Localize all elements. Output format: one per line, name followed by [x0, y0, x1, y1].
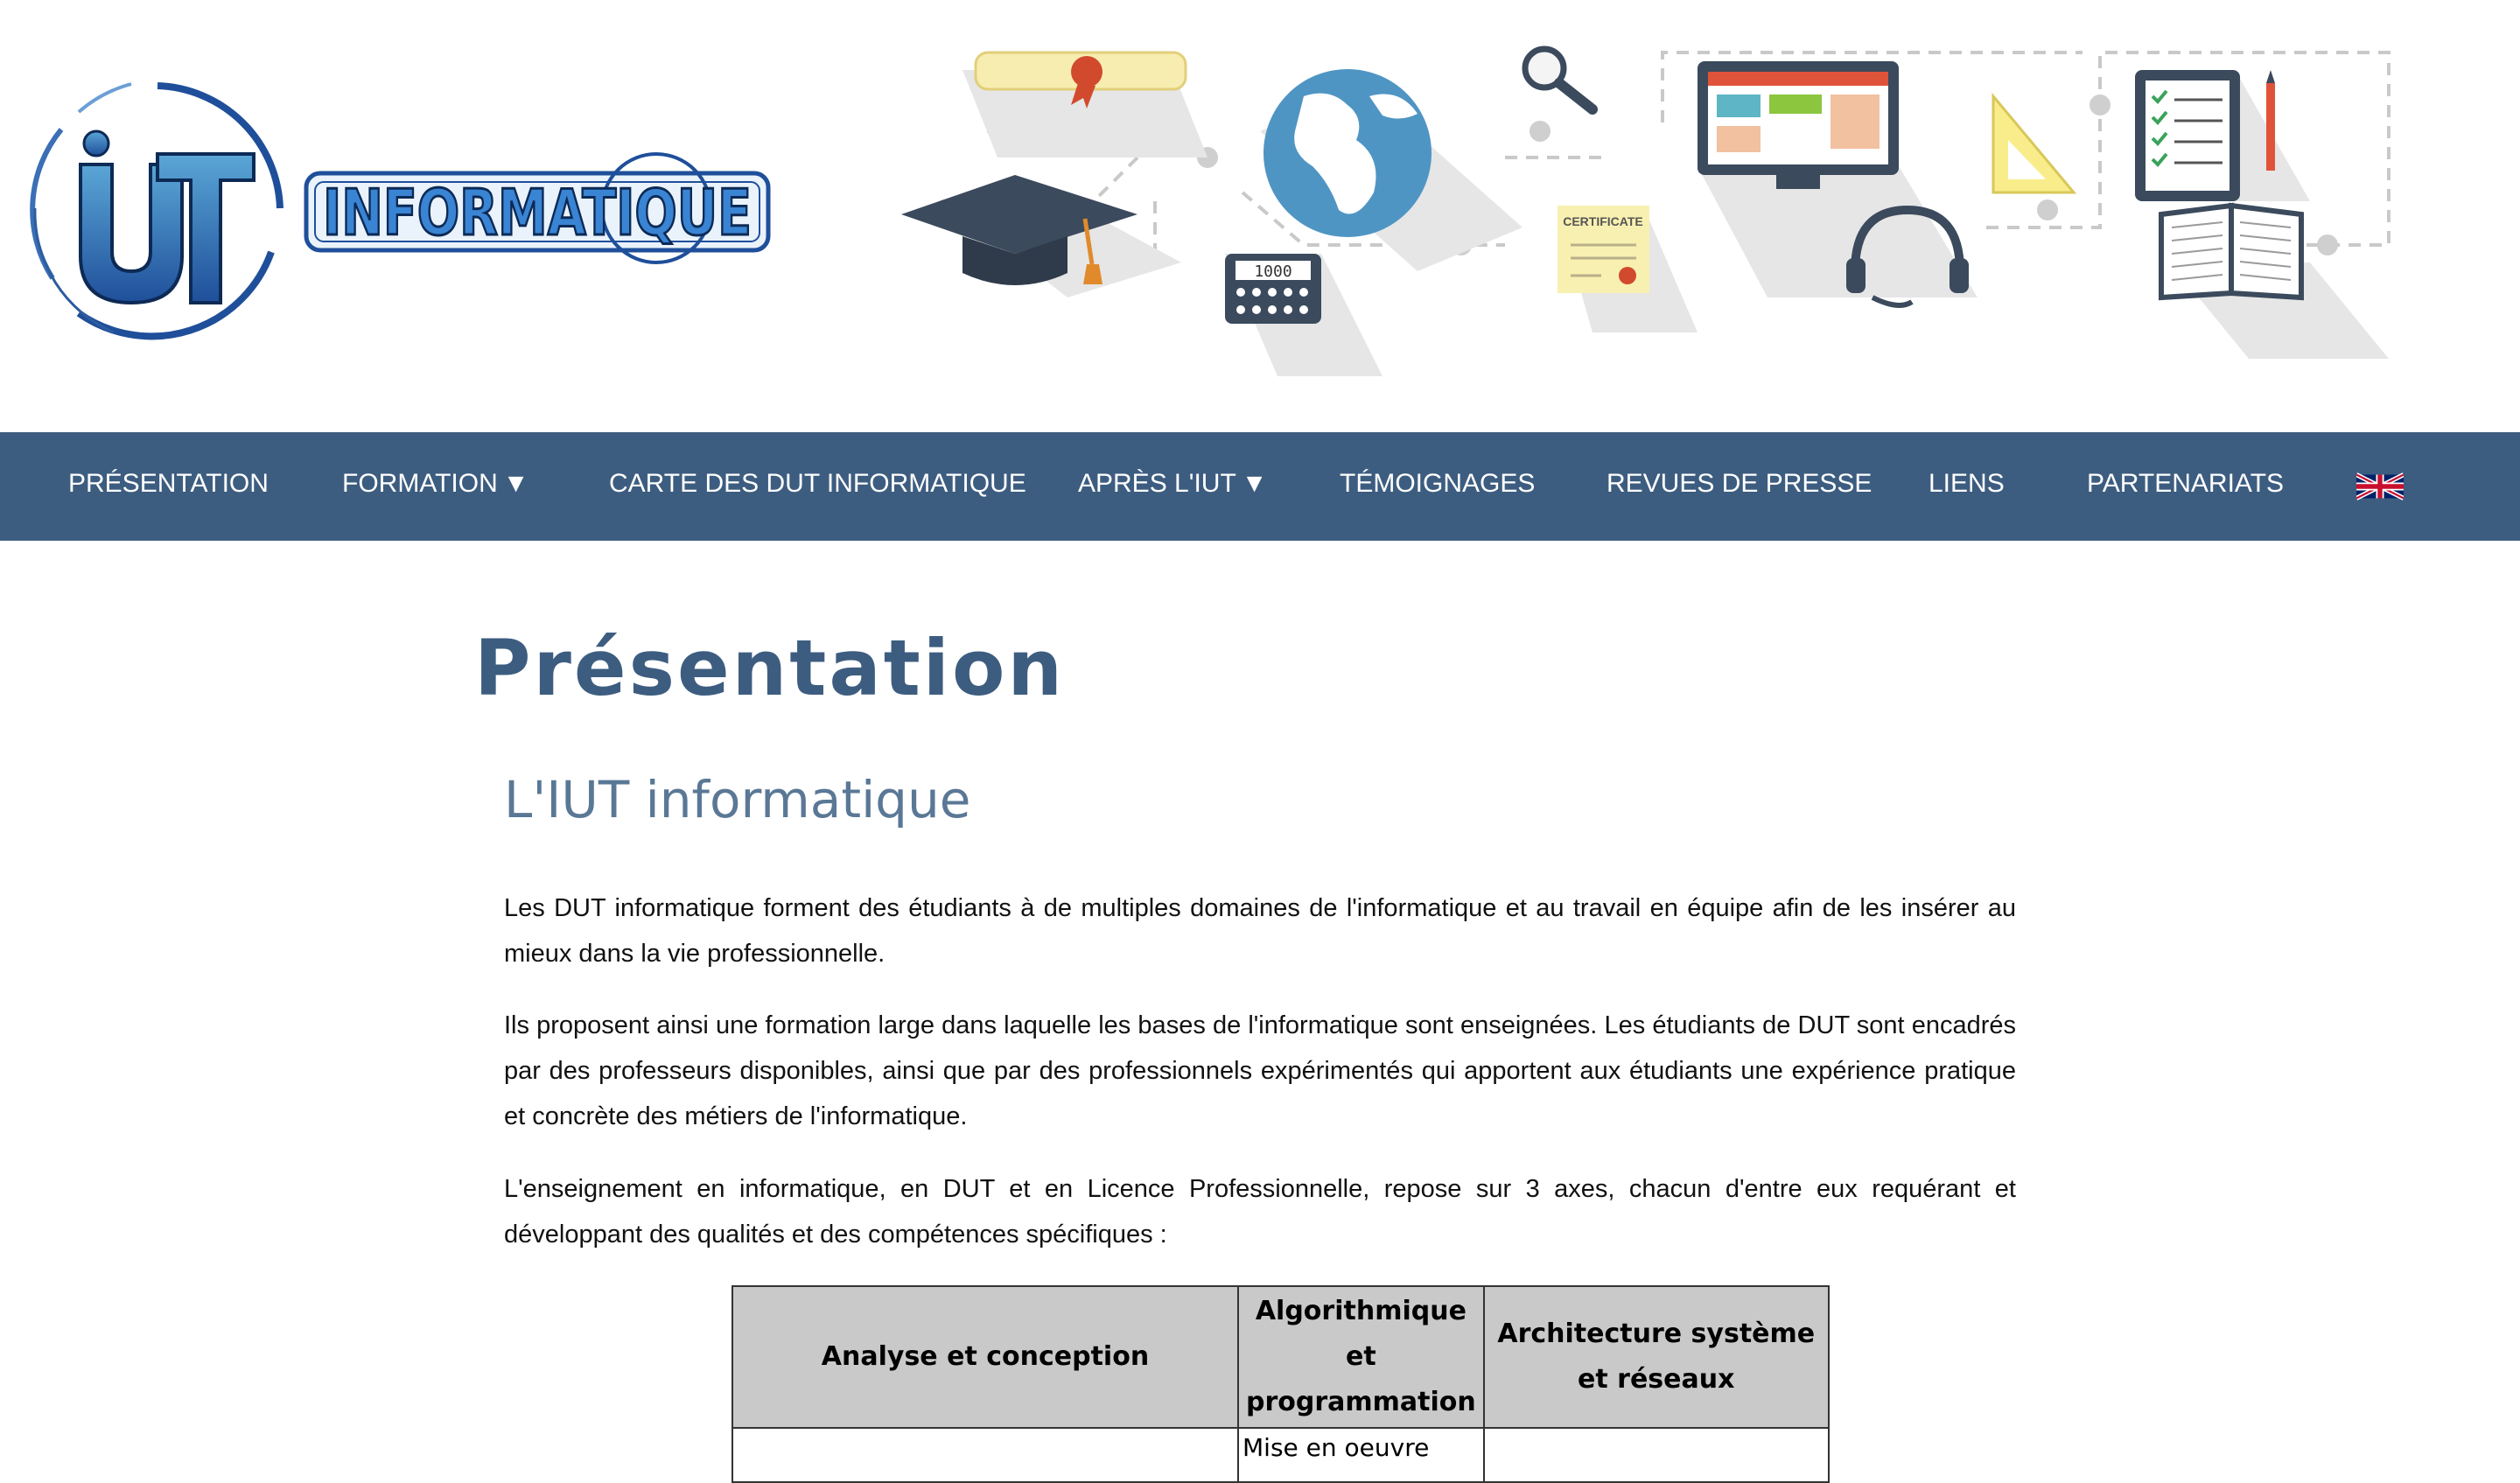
pencil-icon [2266, 70, 2275, 171]
nav-item-label: LIENS [1928, 469, 2005, 498]
clipboard-icon [2135, 70, 2310, 201]
nav-item-apres-iut[interactable]: APRÈS L'IUT ▼ [1078, 432, 1267, 541]
table-header-row: Analyse et conception Algorithmique et p… [732, 1285, 1830, 1429]
nav-item-label: FORMATION [342, 469, 498, 498]
nav-item-temoignages[interactable]: TÉMOIGNAGES [1340, 432, 1535, 541]
uk-flag-icon[interactable] [2356, 472, 2404, 500]
set-square-icon [1992, 92, 2077, 194]
monitor-icon [1698, 61, 1978, 297]
magnifier-icon [1522, 45, 1598, 115]
main-navigation: PRÉSENTATION FORMATION ▼ CARTE DES DUT IN… [0, 432, 2520, 541]
nav-item-liens[interactable]: LIENS [1928, 432, 2005, 541]
nav-item-formation[interactable]: FORMATION ▼ [342, 432, 528, 541]
page-title: Présentation [474, 623, 1066, 713]
caret-down-icon: ▼ [1241, 469, 1268, 498]
table-header-cell: Algorithmique et programmation [1237, 1285, 1485, 1429]
nav-item-label: TÉMOIGNAGES [1340, 469, 1536, 498]
education-banner: 1000 CERTIFICATE [901, 45, 2390, 376]
iut-informatique-logo[interactable]: INFORMATIQUE [26, 77, 779, 348]
nav-item-label: APRÈS L'IUT [1078, 469, 1236, 498]
logo-word: INFORMATIQUE [323, 176, 752, 249]
book-icon [2159, 202, 2389, 359]
nav-item-presentation[interactable]: PRÉSENTATION [68, 432, 269, 541]
calculator-icon: 1000 [1225, 254, 1382, 376]
axes-paragraph: L'enseignement en informatique, en DUT e… [504, 1175, 2016, 1249]
formation-paragraph: Ils proposent ainsi une formation large … [504, 1011, 2016, 1130]
section-title: L'IUT informatique [504, 770, 971, 829]
table-row: Mise en oeuvre [732, 1427, 1830, 1483]
table-cell [1482, 1427, 1830, 1483]
graduation-cap-icon [901, 175, 1181, 297]
nav-item-label: CARTE DES DUT INFORMATIQUE [609, 469, 1026, 498]
nav-item-label: PARTENARIATS [2087, 469, 2285, 498]
diploma-icon [962, 51, 1208, 157]
table-cell [732, 1427, 1239, 1483]
nav-item-partenariats[interactable]: PARTENARIATS [2087, 432, 2284, 541]
nav-item-label: REVUES DE PRESSE [1606, 469, 1872, 498]
intro-paragraph: Les DUT informatique forment des étudian… [504, 894, 2016, 968]
nav-item-revues-presse[interactable]: REVUES DE PRESSE [1606, 432, 1872, 541]
site-header: INFORMATIQUE 1000 CERTIFICATE [0, 0, 2520, 432]
nav-item-carte-dut[interactable]: CARTE DES DUT INFORMATIQUE [609, 432, 1026, 541]
caret-down-icon: ▼ [502, 469, 529, 498]
svg-text:1000: 1000 [1254, 262, 1292, 281]
table-header-cell: Analyse et conception [732, 1285, 1239, 1429]
svg-text:CERTIFICATE: CERTIFICATE [1563, 214, 1643, 228]
axes-table: Analyse et conception Algorithmique et p… [732, 1285, 1830, 1483]
nav-item-label: PRÉSENTATION [68, 469, 269, 498]
table-cell: Mise en oeuvre [1237, 1427, 1485, 1483]
table-header-cell: Architecture système et réseaux [1482, 1285, 1830, 1429]
certificate-icon: CERTIFICATE [1558, 206, 1698, 332]
